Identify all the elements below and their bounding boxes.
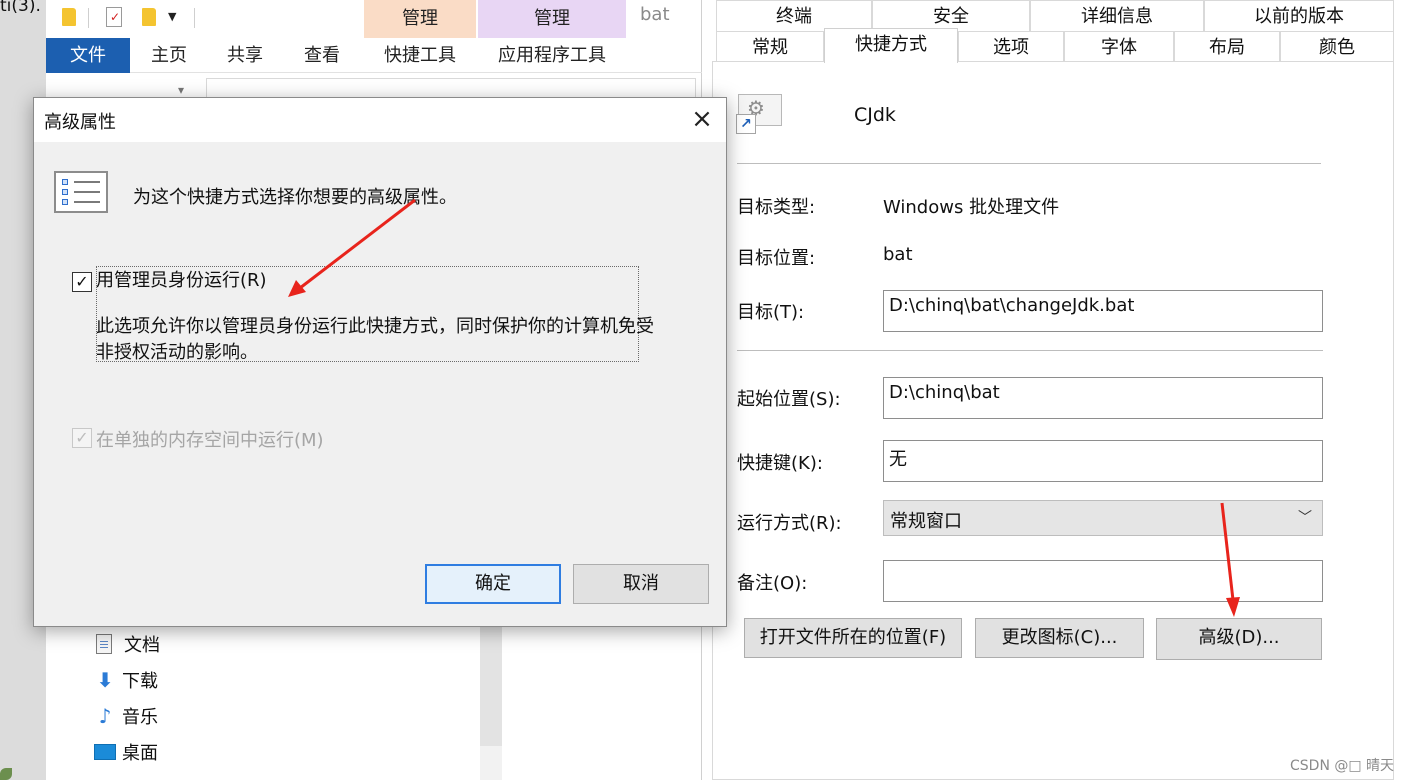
start-in-field[interactable]: D:\chinq\bat bbox=[883, 377, 1323, 419]
music-note-icon: ♪ bbox=[98, 704, 112, 728]
run-mode-value: 常规窗口 bbox=[890, 511, 962, 532]
properties-icon[interactable]: ✓ bbox=[106, 7, 122, 27]
tab-shortcut[interactable]: 快捷方式 bbox=[824, 28, 958, 63]
watermark: CSDN @□ 晴天 bbox=[1290, 758, 1395, 774]
nav-item-label: 下载 bbox=[122, 671, 158, 692]
shortcut-tab-panel bbox=[712, 62, 1394, 780]
ribbon-tabs: 文件 主页 共享 查看 快捷工具 应用程序工具 bbox=[46, 38, 702, 73]
divider bbox=[737, 350, 1323, 351]
leaf-icon bbox=[0, 768, 12, 780]
target-type-value: Windows 批处理文件 bbox=[883, 197, 1060, 218]
nav-item-label: 文档 bbox=[124, 635, 160, 656]
tab-layout[interactable]: 布局 bbox=[1174, 31, 1280, 62]
window-title: bat bbox=[640, 4, 670, 25]
run-mode-label: 运行方式(R): bbox=[737, 513, 842, 534]
dropdown-icon[interactable]: ▼ bbox=[168, 10, 176, 23]
tab-application-tools[interactable]: 应用程序工具 bbox=[478, 38, 626, 73]
cancel-button[interactable]: 取消 bbox=[573, 564, 709, 604]
desktop-icon bbox=[94, 744, 116, 760]
chevron-down-icon[interactable]: ▾ bbox=[178, 83, 184, 97]
target-label: 目标(T): bbox=[737, 302, 805, 323]
target-location-value: bat bbox=[883, 244, 913, 265]
divider bbox=[737, 163, 1321, 164]
tab-font[interactable]: 字体 bbox=[1064, 31, 1174, 62]
navigation-pane: 文档 ⬇ 下载 ♪ 音乐 桌面 bbox=[46, 626, 502, 780]
tab-general[interactable]: 常规 bbox=[716, 31, 824, 62]
shortcut-properties-window: 终端 安全 详细信息 以前的版本 常规 快捷方式 选项 字体 布局 颜色 ⚙ ↗… bbox=[712, 0, 1405, 780]
nav-item-documents[interactable]: 文档 bbox=[94, 630, 160, 658]
dialog-title: 高级属性 bbox=[44, 112, 116, 133]
folder-icon[interactable] bbox=[62, 8, 76, 26]
run-as-admin-label[interactable]: 用管理员身份运行(R) bbox=[96, 266, 267, 292]
separate-memory-checkbox: ✓ bbox=[72, 428, 92, 448]
shortcut-name: CJdk bbox=[854, 104, 896, 126]
tab-share[interactable]: 共享 bbox=[208, 38, 282, 73]
tab-terminal[interactable]: 终端 bbox=[716, 0, 872, 31]
tab-colors[interactable]: 颜色 bbox=[1280, 31, 1394, 62]
scrollbar-thumb[interactable] bbox=[480, 626, 502, 746]
nav-item-downloads[interactable]: ⬇ 下载 bbox=[94, 666, 158, 694]
tab-options[interactable]: 选项 bbox=[958, 31, 1064, 62]
nav-item-music[interactable]: ♪ 音乐 bbox=[94, 702, 158, 730]
tab-shortcut-tools[interactable]: 快捷工具 bbox=[364, 38, 476, 73]
hotkey-label: 快捷键(K): bbox=[737, 453, 823, 474]
new-folder-icon[interactable] bbox=[142, 8, 156, 26]
toolbar-divider bbox=[194, 8, 195, 28]
shortcut-arrow-icon: ↗ bbox=[736, 114, 756, 134]
run-as-admin-description: 此选项允许你以管理员身份运行此快捷方式，同时保护你的计算机免受非授权活动的影响。 bbox=[96, 316, 654, 363]
app-tools-context-header: 管理 bbox=[478, 0, 626, 38]
dialog-title-bar: 高级属性 × bbox=[34, 98, 726, 142]
comment-label: 备注(O): bbox=[737, 573, 808, 594]
download-arrow-icon: ⬇ bbox=[96, 668, 114, 692]
run-as-admin-checkbox[interactable]: ✓ bbox=[72, 272, 92, 292]
hotkey-field[interactable]: 无 bbox=[883, 440, 1323, 482]
quick-access-toolbar: ✓ ▼ bbox=[46, 0, 366, 38]
advanced-properties-dialog: 高级属性 × 为这个快捷方式选择你想要的高级属性。 ✓ 用管理员身份运行(R) … bbox=[33, 97, 727, 627]
toolbar-divider bbox=[88, 8, 89, 28]
open-file-location-button[interactable]: 打开文件所在的位置(F) bbox=[744, 618, 962, 658]
nav-item-label: 桌面 bbox=[122, 743, 158, 764]
close-icon[interactable]: × bbox=[686, 104, 718, 136]
ok-button[interactable]: 确定 bbox=[425, 564, 561, 604]
separate-memory-label: 在单独的内存空间中运行(M) bbox=[96, 430, 324, 451]
chevron-down-icon: ﹀ bbox=[1298, 510, 1312, 526]
nav-item-label: 音乐 bbox=[122, 707, 158, 728]
target-type-label: 目标类型: bbox=[737, 197, 816, 218]
tab-details[interactable]: 详细信息 bbox=[1030, 0, 1204, 31]
shortcut-tools-context-header: 管理 bbox=[364, 0, 476, 38]
tab-home[interactable]: 主页 bbox=[130, 38, 208, 73]
run-mode-select[interactable]: 常规窗口 ﹀ bbox=[883, 500, 1323, 536]
dialog-description: 为这个快捷方式选择你想要的高级属性。 bbox=[133, 187, 457, 208]
nav-item-desktop[interactable]: 桌面 bbox=[94, 738, 158, 766]
tab-file[interactable]: 文件 bbox=[46, 38, 130, 73]
tab-previous-versions[interactable]: 以前的版本 bbox=[1204, 0, 1394, 31]
start-in-label: 起始位置(S): bbox=[737, 389, 841, 410]
scrollbar-track[interactable] bbox=[480, 746, 502, 780]
target-location-label: 目标位置: bbox=[737, 248, 816, 269]
checklist-icon bbox=[54, 171, 108, 213]
target-field[interactable]: D:\chinq\bat\changeJdk.bat bbox=[883, 290, 1323, 332]
desktop-item-label: ti(3). bbox=[0, 0, 41, 16]
tab-view[interactable]: 查看 bbox=[282, 38, 362, 73]
change-icon-button[interactable]: 更改图标(C)... bbox=[975, 618, 1144, 658]
document-icon bbox=[96, 634, 112, 654]
advanced-button[interactable]: 高级(D)... bbox=[1156, 618, 1322, 660]
tab-security[interactable]: 安全 bbox=[872, 0, 1030, 31]
comment-field[interactable] bbox=[883, 560, 1323, 602]
